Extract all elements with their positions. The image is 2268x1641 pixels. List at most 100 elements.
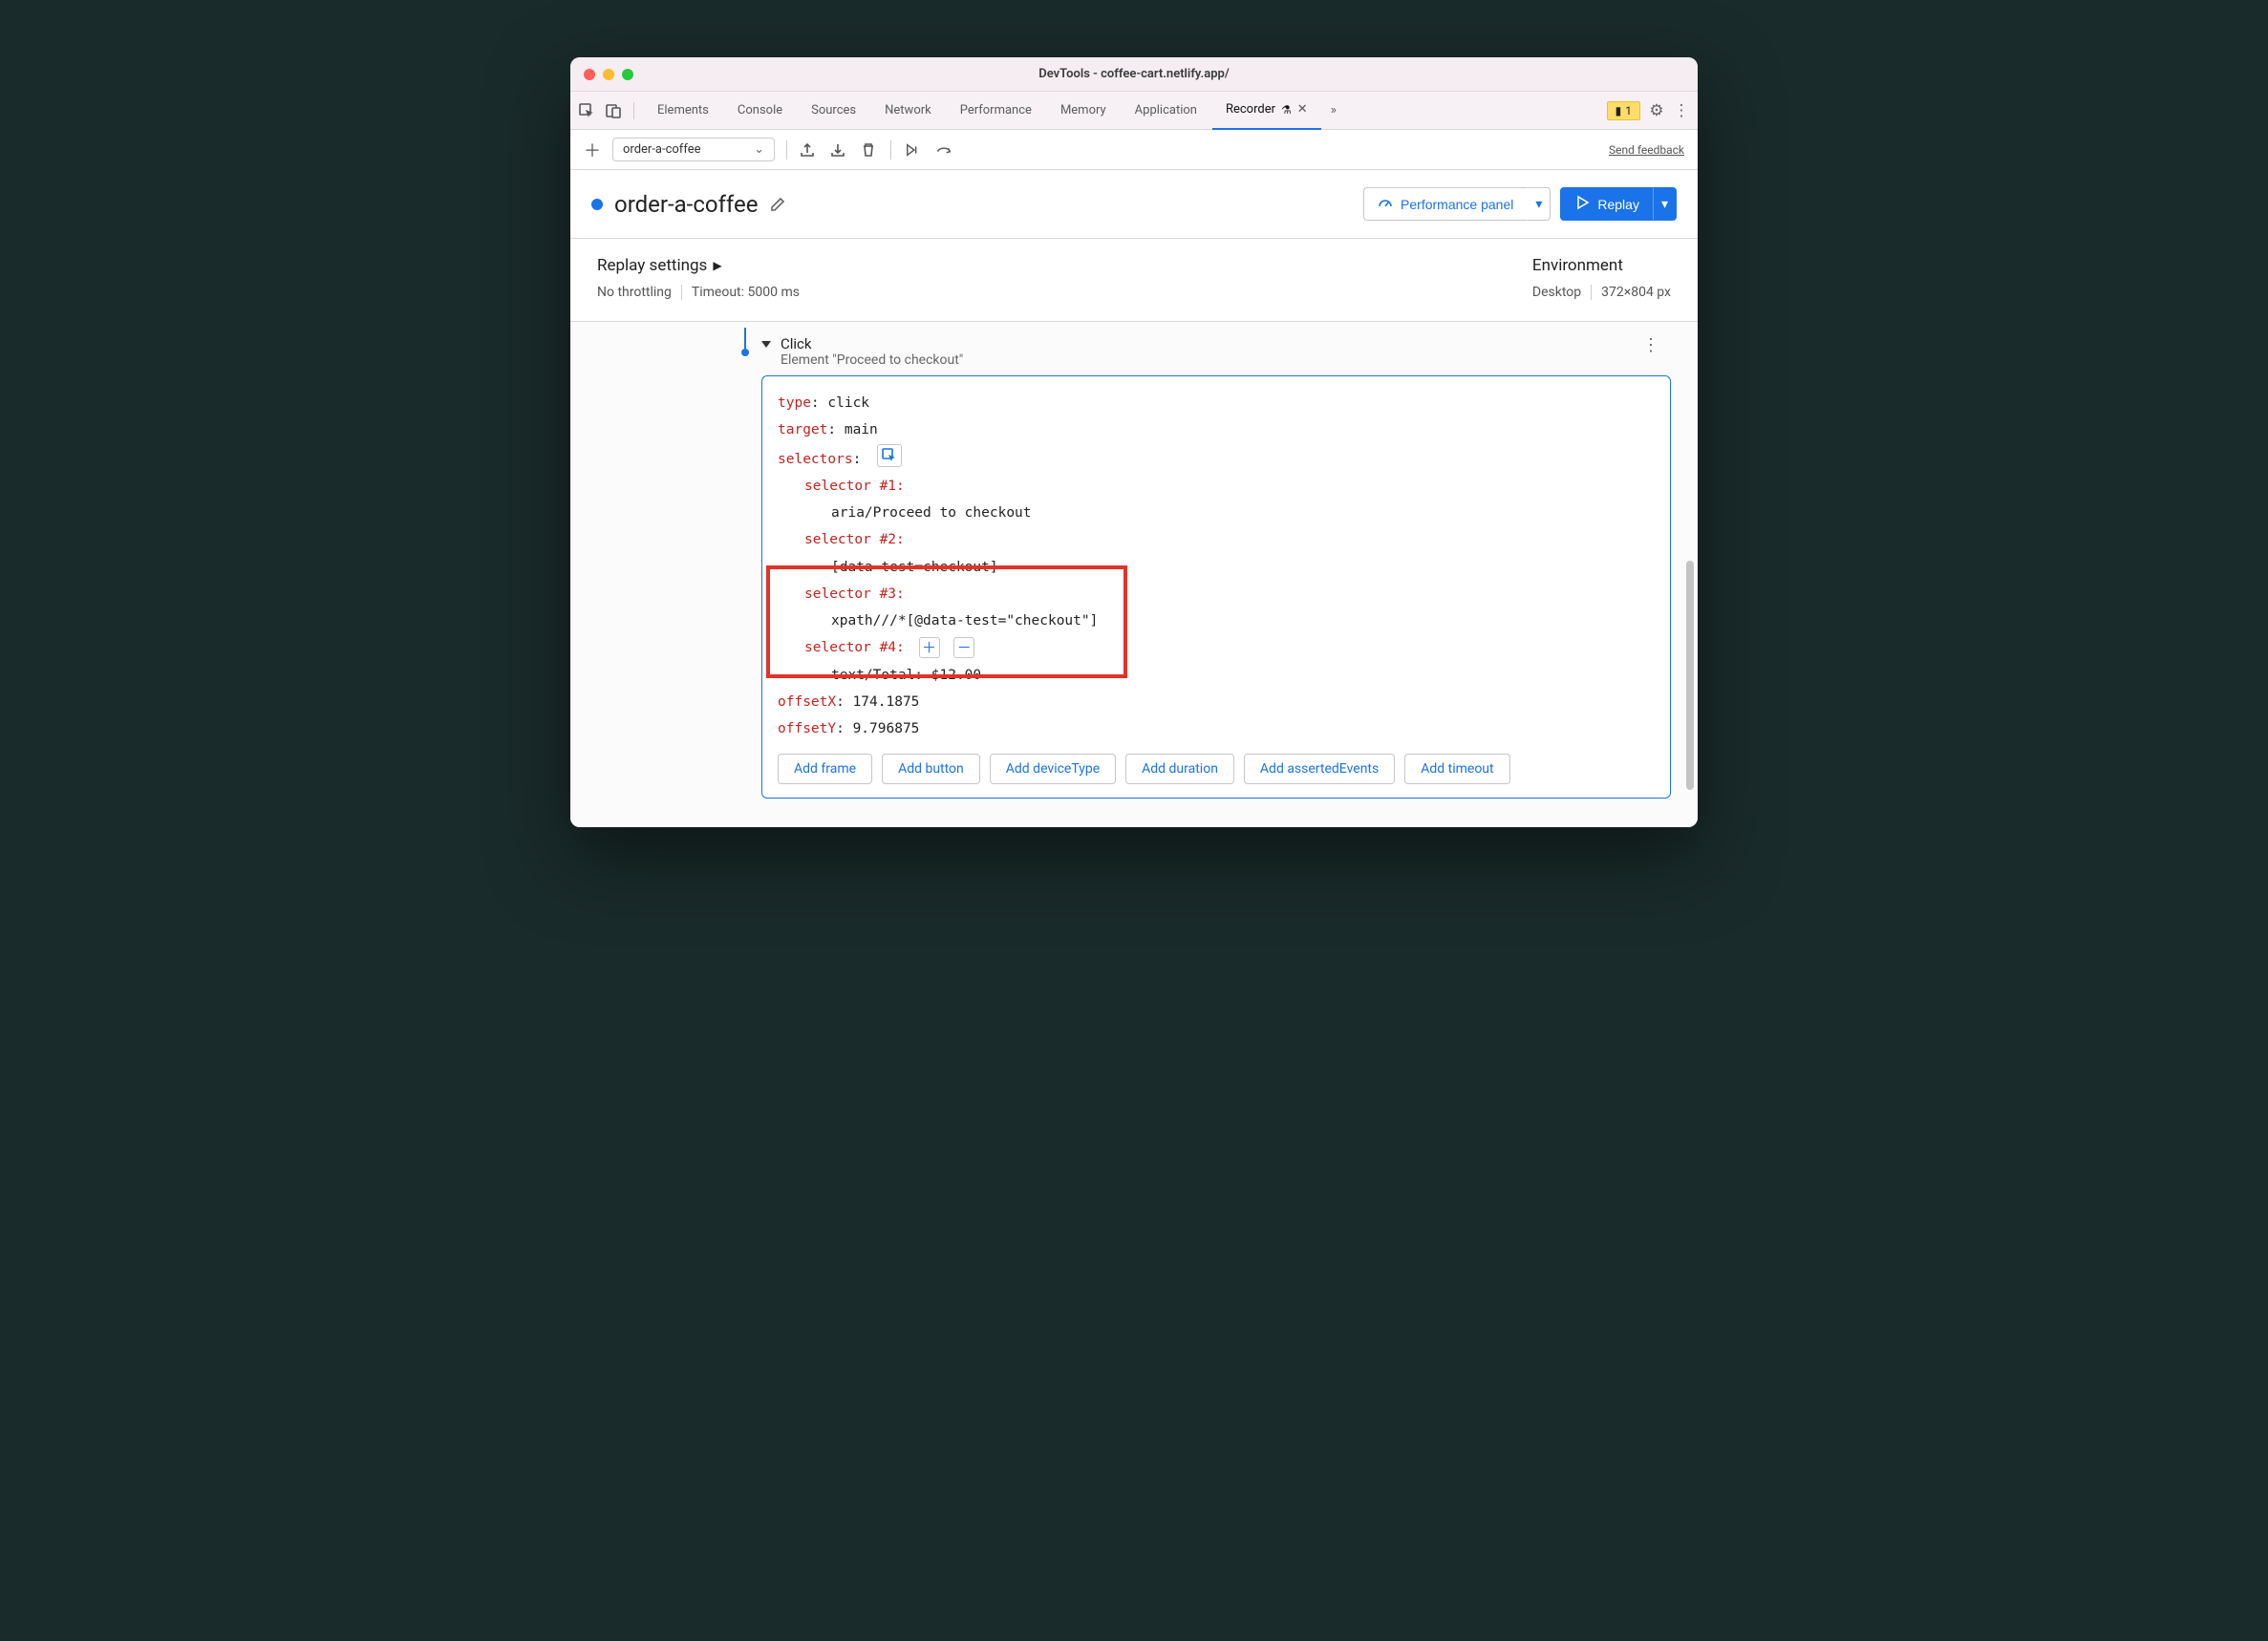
selector-2-label[interactable]: selector #2: bbox=[778, 526, 1655, 553]
add-duration-button[interactable]: Add duration bbox=[1125, 754, 1234, 784]
environment-heading: Environment bbox=[1532, 256, 1671, 275]
replay-settings-label: Replay settings bbox=[597, 256, 707, 275]
export-icon[interactable] bbox=[799, 141, 816, 159]
flask-icon: ⚗ bbox=[1281, 103, 1292, 117]
recording-select-value: order-a-coffee bbox=[623, 142, 700, 157]
plus-icon[interactable]: ＋ bbox=[584, 141, 601, 159]
import-icon[interactable] bbox=[829, 141, 846, 159]
chevron-right-icon: ▶ bbox=[713, 259, 721, 272]
selector-3-value[interactable]: xpath///*[@data-test="checkout"] bbox=[778, 607, 1655, 634]
warning-icon: ▮ bbox=[1615, 104, 1622, 117]
selector-1-label[interactable]: selector #1: bbox=[778, 473, 1655, 500]
selector-3-label[interactable]: selector #3: bbox=[778, 581, 1655, 607]
settings-row: Replay settings ▶ No throttling Timeout:… bbox=[570, 239, 1698, 322]
timeline-dot bbox=[741, 349, 749, 356]
replay-settings: Replay settings ▶ No throttling Timeout:… bbox=[597, 256, 800, 300]
divider bbox=[890, 140, 891, 160]
recording-header: order-a-coffee Performance panel ▾ Repla… bbox=[570, 170, 1698, 239]
row-selectors[interactable]: selectors: bbox=[778, 444, 1655, 473]
environment-settings: Environment Desktop 372×804 px bbox=[1532, 256, 1671, 300]
recording-title: order-a-coffee bbox=[614, 191, 758, 218]
add-frame-button[interactable]: Add frame bbox=[778, 754, 872, 784]
replay-dropdown[interactable]: ▾ bbox=[1653, 187, 1677, 221]
row-offsetx[interactable]: offsetX: 174.1875 bbox=[778, 689, 1655, 715]
step-over-icon[interactable] bbox=[935, 141, 952, 159]
dimensions-value: 372×804 px bbox=[1601, 285, 1671, 300]
divider bbox=[786, 140, 787, 160]
step-subtitle: Element "Proceed to checkout" bbox=[781, 352, 963, 368]
environment-values: Desktop 372×804 px bbox=[1532, 285, 1671, 300]
send-feedback-link[interactable]: Send feedback bbox=[1609, 143, 1684, 157]
delete-icon[interactable] bbox=[860, 141, 877, 159]
tab-elements[interactable]: Elements bbox=[644, 92, 722, 130]
add-button-button[interactable]: Add button bbox=[882, 754, 980, 784]
devtools-window: DevTools - coffee-cart.netlify.app/ Elem… bbox=[570, 57, 1698, 827]
add-assertedevents-button[interactable]: Add assertedEvents bbox=[1244, 754, 1395, 784]
tab-application[interactable]: Application bbox=[1122, 92, 1210, 130]
step-title: Click bbox=[781, 335, 963, 352]
panel-tab-bar: Elements Console Sources Network Perform… bbox=[570, 92, 1698, 130]
performance-panel-group: Performance panel ▾ bbox=[1363, 187, 1551, 221]
kebab-menu-icon[interactable]: ⋮ bbox=[1673, 102, 1690, 119]
device-value: Desktop bbox=[1532, 285, 1581, 300]
divider bbox=[1591, 285, 1592, 300]
recording-select[interactable]: order-a-coffee ⌄ bbox=[612, 138, 775, 161]
toolbar-icons bbox=[799, 140, 952, 160]
tab-recorder[interactable]: Recorder ⚗ ✕ bbox=[1212, 92, 1321, 130]
row-target[interactable]: target: main bbox=[778, 416, 1655, 443]
window-title: DevTools - coffee-cart.netlify.app/ bbox=[570, 67, 1698, 81]
recording-status-dot bbox=[591, 199, 603, 210]
close-tab-icon[interactable]: ✕ bbox=[1297, 102, 1308, 117]
tab-network[interactable]: Network bbox=[871, 92, 945, 130]
remove-selector-button[interactable]: － bbox=[953, 637, 974, 658]
warnings-badge[interactable]: ▮ 1 bbox=[1607, 101, 1640, 120]
header-actions: Performance panel ▾ Replay ▾ bbox=[1363, 187, 1677, 221]
tab-performance[interactable]: Performance bbox=[947, 92, 1045, 130]
caret-down-icon: ▾ bbox=[1535, 196, 1542, 212]
replay-settings-heading[interactable]: Replay settings ▶ bbox=[597, 256, 800, 275]
performance-panel-button[interactable]: Performance panel bbox=[1363, 187, 1527, 221]
edit-title-icon[interactable] bbox=[769, 196, 786, 213]
step: Click Element "Proceed to checkout" ⋮ ty… bbox=[761, 328, 1671, 799]
row-type[interactable]: type: click bbox=[778, 390, 1655, 416]
add-timeout-button[interactable]: Add timeout bbox=[1404, 754, 1509, 784]
play-step-icon[interactable] bbox=[905, 141, 922, 159]
steps-area: Click Element "Proceed to checkout" ⋮ ty… bbox=[570, 322, 1698, 827]
play-icon bbox=[1574, 195, 1590, 213]
more-tabs[interactable]: » bbox=[1323, 92, 1344, 130]
replay-button[interactable]: Replay bbox=[1560, 187, 1653, 221]
chevron-double-right-icon: » bbox=[1331, 103, 1337, 117]
panel-tabs: Elements Console Sources Network Perform… bbox=[644, 92, 1607, 130]
pick-selector-icon[interactable] bbox=[877, 444, 902, 467]
tab-memory[interactable]: Memory bbox=[1047, 92, 1120, 130]
inspect-icon[interactable] bbox=[578, 102, 595, 119]
throttling-value: No throttling bbox=[597, 285, 672, 300]
scrollbar[interactable] bbox=[1684, 322, 1696, 827]
step-titles: Click Element "Proceed to checkout" bbox=[781, 335, 963, 368]
scrollbar-thumb[interactable] bbox=[1686, 561, 1694, 790]
tab-sources[interactable]: Sources bbox=[798, 92, 869, 130]
expand-icon bbox=[761, 341, 771, 348]
replay-settings-values: No throttling Timeout: 5000 ms bbox=[597, 285, 800, 300]
step-header[interactable]: Click Element "Proceed to checkout" ⋮ bbox=[761, 328, 1671, 375]
add-selector-button[interactable]: ＋ bbox=[919, 637, 940, 658]
caret-down-icon: ▾ bbox=[1661, 196, 1668, 212]
gear-icon[interactable]: ⚙ bbox=[1648, 102, 1665, 119]
selector-4-label[interactable]: selector #4: ＋ － bbox=[778, 634, 1655, 661]
add-devicetype-button[interactable]: Add deviceType bbox=[990, 754, 1116, 784]
gauge-icon bbox=[1378, 195, 1393, 213]
performance-panel-dropdown[interactable]: ▾ bbox=[1527, 187, 1551, 221]
titlebar: DevTools - coffee-cart.netlify.app/ bbox=[570, 57, 1698, 92]
divider bbox=[681, 285, 682, 300]
inspect-tools bbox=[578, 102, 634, 119]
tabbar-right: ▮ 1 ⚙ ⋮ bbox=[1607, 101, 1690, 120]
selector-1-value[interactable]: aria/Proceed to checkout bbox=[778, 500, 1655, 526]
step-menu-icon[interactable]: ⋮ bbox=[1642, 335, 1671, 355]
replay-group: Replay ▾ bbox=[1560, 187, 1677, 221]
device-toggle-icon[interactable] bbox=[605, 102, 622, 119]
tab-console[interactable]: Console bbox=[724, 92, 796, 130]
row-offsety[interactable]: offsetY: 9.796875 bbox=[778, 715, 1655, 742]
selector-2-value[interactable]: [data-test=checkout] bbox=[778, 554, 1655, 581]
tab-recorder-label: Recorder bbox=[1226, 102, 1275, 117]
selector-4-value[interactable]: text/Total: $12.00 bbox=[778, 662, 1655, 689]
